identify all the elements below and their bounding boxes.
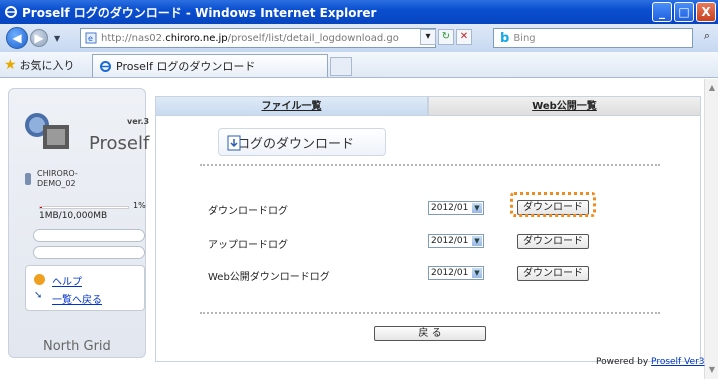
usage-fill bbox=[40, 207, 42, 208]
maximize-button[interactable]: □ bbox=[674, 2, 694, 22]
download-icon bbox=[227, 135, 241, 151]
favorites-label[interactable]: お気に入り bbox=[20, 57, 75, 73]
favorites-bar: ★ お気に入り Proself ログのダウンロード bbox=[0, 52, 718, 78]
back-button[interactable]: 戻 る bbox=[374, 326, 486, 341]
row-label-upload-log: アップロードログ bbox=[208, 240, 288, 251]
sidebar-pill-2 bbox=[33, 246, 145, 259]
refresh-icon[interactable]: ↻ bbox=[438, 29, 454, 45]
vertical-scrollbar[interactable]: ▲ ▼ bbox=[704, 79, 718, 379]
search-placeholder: Bing bbox=[513, 32, 536, 44]
month-select-download[interactable]: 2012/01 ▼ bbox=[428, 201, 484, 215]
usage-progress bbox=[39, 206, 129, 209]
proself-version-link[interactable]: Proself Ver3 bbox=[651, 357, 704, 367]
tab-title: Proself ログのダウンロード bbox=[116, 60, 256, 73]
row-label-web-download-log: Web公開ダウンロードログ bbox=[208, 272, 330, 283]
page-title-text: ログのダウンロード bbox=[237, 136, 355, 152]
help-link[interactable]: ヘルプ bbox=[52, 273, 82, 288]
month-select-web[interactable]: 2012/01 ▼ bbox=[428, 266, 484, 280]
tab-bar: ファイル一覧 Web公開一覧 bbox=[155, 96, 701, 116]
bing-logo-icon: b bbox=[500, 30, 510, 46]
url-path: /proself/list/detail_logdownload.go bbox=[227, 32, 399, 44]
window-title: Proself ログのダウンロード - Windows Internet Exp… bbox=[22, 5, 377, 20]
close-button[interactable]: X bbox=[696, 2, 716, 22]
tab-web-list[interactable]: Web公開一覧 bbox=[428, 96, 701, 116]
scroll-up-icon[interactable]: ▲ bbox=[707, 83, 717, 93]
minimize-button[interactable]: _ bbox=[652, 2, 672, 22]
usage-percent: 1% bbox=[133, 201, 146, 210]
north-grid-logo: North Grid bbox=[43, 339, 111, 354]
navigation-bar: ◀ ▶ ▼ e http://nas02. chiroro.ne.jp/prose… bbox=[0, 24, 718, 52]
back-arrow-icon[interactable]: ◀ bbox=[6, 27, 28, 49]
month-value: 2012/01 bbox=[431, 268, 469, 278]
sidebar-links: ヘルプ ➘ 一覧へ戻る bbox=[25, 265, 145, 311]
user-name-line1: CHIRORO- bbox=[37, 169, 78, 178]
back-to-list-link[interactable]: 一覧へ戻る bbox=[52, 291, 102, 306]
download-button-3[interactable]: ダウンロード bbox=[517, 266, 589, 281]
address-dropdown-icon[interactable]: ▾ bbox=[420, 29, 436, 45]
powered-by-text: Powered by bbox=[596, 357, 649, 367]
url-domain: chiroro.ne.jp bbox=[165, 32, 228, 44]
sidebar: ver.3 Proself CHIRORO- DEMO_02 1% 1MB/10… bbox=[8, 88, 150, 358]
tab-ie-icon bbox=[100, 60, 111, 72]
tab-file-list[interactable]: ファイル一覧 bbox=[155, 96, 428, 116]
powered-by: Powered by Proself Ver3 bbox=[596, 357, 705, 367]
forward-arrow-icon[interactable]: ▶ bbox=[30, 29, 48, 47]
scroll-down-icon[interactable]: ▼ bbox=[707, 365, 717, 375]
usage-quota: 1MB/10,000MB bbox=[39, 211, 108, 221]
svg-text:e: e bbox=[88, 34, 93, 43]
user-name-line2: DEMO_02 bbox=[37, 179, 76, 188]
divider-bottom bbox=[200, 312, 660, 314]
proself-logo-icon bbox=[25, 113, 69, 149]
chevron-down-icon: ▼ bbox=[472, 236, 482, 246]
history-dropdown-icon[interactable]: ▼ bbox=[54, 34, 60, 43]
chevron-down-icon: ▼ bbox=[472, 203, 482, 213]
log-download-panel: ログのダウンロード ダウンロードログ 2012/01 ▼ ダウンロード アップロー… bbox=[155, 116, 701, 362]
back-arrow-icon: ➘ bbox=[34, 290, 43, 301]
chevron-down-icon: ▼ bbox=[472, 268, 482, 278]
month-value: 2012/01 bbox=[431, 203, 469, 213]
stop-icon[interactable]: ✕ bbox=[456, 29, 472, 45]
window-titlebar: Proself ログのダウンロード - Windows Internet Exp… bbox=[0, 0, 718, 24]
sidebar-pill-1 bbox=[33, 229, 145, 242]
page-title: ログのダウンロード bbox=[218, 128, 386, 156]
row-label-download-log: ダウンロードログ bbox=[208, 206, 288, 217]
page-icon: e bbox=[85, 32, 97, 44]
user-name: CHIRORO- DEMO_02 bbox=[37, 169, 78, 189]
download-button-2[interactable]: ダウンロード bbox=[517, 234, 589, 249]
highlight-marker bbox=[510, 192, 596, 217]
favorites-star-icon[interactable]: ★ bbox=[4, 57, 17, 73]
divider-top bbox=[200, 164, 660, 166]
main-panel: ファイル一覧 Web公開一覧 ログのダウンロード ダウンロードログ 2012/0… bbox=[155, 96, 703, 364]
version-label: ver.3 bbox=[127, 117, 150, 126]
address-bar[interactable]: e http://nas02. chiroro.ne.jp/proself/lis… bbox=[80, 28, 436, 48]
url-prefix: http://nas02. bbox=[101, 32, 166, 44]
month-value: 2012/01 bbox=[431, 236, 469, 246]
user-icon bbox=[25, 173, 31, 185]
new-tab-button[interactable] bbox=[330, 57, 352, 76]
help-icon bbox=[34, 274, 45, 285]
brand-name: Proself bbox=[89, 133, 150, 154]
search-icon[interactable]: ⌕ bbox=[698, 29, 716, 47]
search-input[interactable]: b Bing bbox=[493, 28, 693, 48]
month-select-upload[interactable]: 2012/01 ▼ bbox=[428, 234, 484, 248]
browser-tab[interactable]: Proself ログのダウンロード bbox=[92, 54, 328, 77]
ie-logo-icon bbox=[5, 6, 17, 18]
